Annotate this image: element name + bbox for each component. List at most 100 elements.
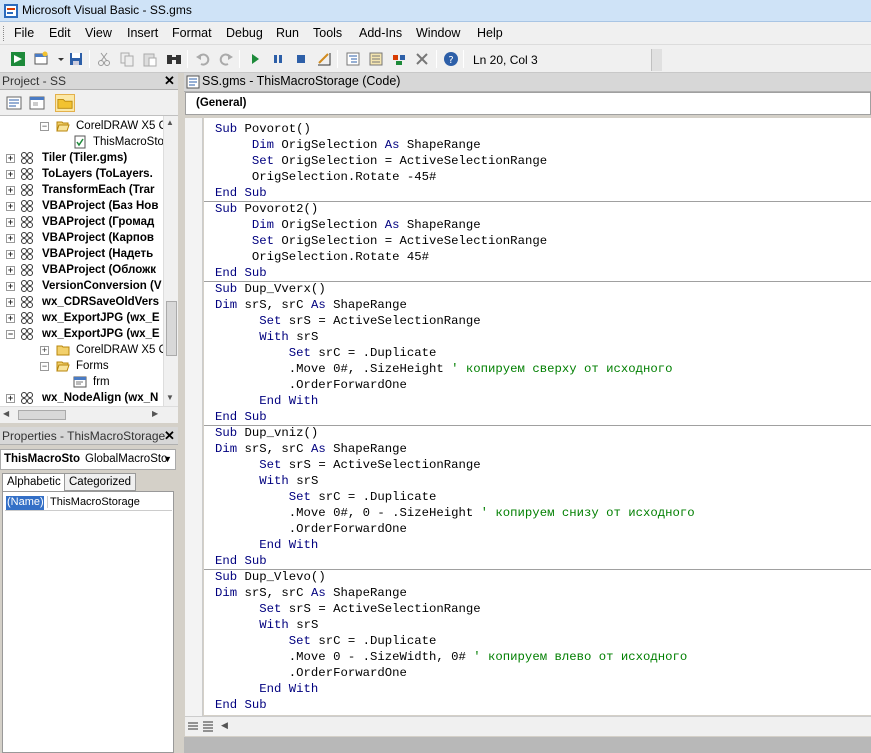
pane-splitter[interactable] xyxy=(178,73,184,753)
collapse-icon[interactable]: − xyxy=(40,362,49,371)
view-code-icon[interactable] xyxy=(4,94,24,112)
menu-addins[interactable]: Add-Ins xyxy=(359,26,402,40)
code-line[interactable]: Set srS = ActiveSelectionRange xyxy=(215,457,480,473)
code-line[interactable]: Dim srS, srC As ShapeRange xyxy=(215,441,407,457)
scroll-right-icon[interactable]: ▶ xyxy=(152,409,158,418)
copy-icon[interactable] xyxy=(119,51,135,67)
code-line[interactable]: End With xyxy=(215,681,318,697)
reset-icon[interactable] xyxy=(293,51,309,67)
tab-alphabetic[interactable]: Alphabetic xyxy=(2,473,66,492)
tree-item[interactable]: frm xyxy=(0,374,163,390)
project-explorer-icon[interactable] xyxy=(345,51,361,67)
expand-icon[interactable]: + xyxy=(6,298,15,307)
menu-format[interactable]: Format xyxy=(172,26,212,40)
tab-categorized[interactable]: Categorized xyxy=(64,473,137,491)
expand-icon[interactable]: + xyxy=(6,170,15,179)
run-icon[interactable] xyxy=(247,51,263,67)
code-editor[interactable]: Sub Povorot() Dim OrigSelection As Shape… xyxy=(204,118,871,715)
code-line[interactable]: Dim OrigSelection As ShapeRange xyxy=(215,137,481,153)
cut-icon[interactable] xyxy=(96,51,112,67)
code-line[interactable]: Sub Povorot2() xyxy=(215,201,318,217)
tree-item[interactable]: + wx_CDRSaveOldVers xyxy=(0,294,163,310)
tree-item[interactable]: − Forms xyxy=(0,358,163,374)
menu-debug[interactable]: Debug xyxy=(226,26,263,40)
code-line[interactable]: OrigSelection.Rotate 45# xyxy=(215,249,429,265)
code-line[interactable]: .OrderForwardOne xyxy=(215,665,407,681)
menu-view[interactable]: View xyxy=(85,26,112,40)
tree-item[interactable]: + TransformEach (Trar xyxy=(0,182,163,198)
view-object-icon[interactable] xyxy=(27,94,47,112)
menu-run[interactable]: Run xyxy=(276,26,299,40)
tree-item[interactable]: + ToLayers (ToLayers. xyxy=(0,166,163,182)
tree-item[interactable]: + wx_NodeAlign (wx_N xyxy=(0,390,163,406)
expand-icon[interactable]: + xyxy=(6,202,15,211)
expand-icon[interactable]: + xyxy=(6,186,15,195)
code-line[interactable]: Dim OrigSelection As ShapeRange xyxy=(215,217,481,233)
toggle-folders-icon[interactable] xyxy=(55,94,75,112)
object-combo[interactable]: (General) xyxy=(185,92,871,115)
expand-icon[interactable]: + xyxy=(6,154,15,163)
code-line[interactable]: Set srC = .Duplicate xyxy=(215,345,437,361)
code-line[interactable]: Dim srS, srC As ShapeRange xyxy=(215,585,407,601)
scroll-down-icon[interactable]: ▼ xyxy=(166,393,174,402)
code-line[interactable]: With srS xyxy=(215,473,318,489)
code-line[interactable]: Sub Dup_Vverx() xyxy=(215,281,326,297)
redo-icon[interactable] xyxy=(218,51,234,67)
tree-item[interactable]: + wx_ExportJPG (wx_E xyxy=(0,310,163,326)
tree-item[interactable]: + VBAProject (Баз Нов xyxy=(0,198,163,214)
close-properties-icon[interactable]: ✕ xyxy=(163,429,176,443)
code-line[interactable]: End With xyxy=(215,393,318,409)
code-line[interactable]: End Sub xyxy=(215,265,267,281)
expand-icon[interactable]: + xyxy=(6,266,15,275)
code-line[interactable]: .Move 0#, .SizeHeight ' копируем сверху … xyxy=(215,361,673,377)
tree-item[interactable]: + VBAProject (Обложк xyxy=(0,262,163,278)
expand-icon[interactable]: + xyxy=(6,234,15,243)
tree-item[interactable]: + VBAProject (Надеть xyxy=(0,246,163,262)
code-line[interactable]: Set srC = .Duplicate xyxy=(215,489,437,505)
code-line[interactable]: OrigSelection.Rotate -45# xyxy=(215,169,437,185)
tree-item[interactable]: + Tiler (Tiler.gms) xyxy=(0,150,163,166)
menubar-grip[interactable] xyxy=(3,26,6,41)
break-icon[interactable] xyxy=(270,51,286,67)
view-host-icon[interactable] xyxy=(10,51,26,67)
property-row[interactable]: (Name) ThisMacroStorage xyxy=(5,496,172,511)
tree-item[interactable]: + VBAProject (Громад xyxy=(0,214,163,230)
expand-icon[interactable]: + xyxy=(6,394,15,403)
menu-window[interactable]: Window xyxy=(416,26,460,40)
code-line[interactable]: Sub Dup_Vlevo() xyxy=(215,569,326,585)
code-line[interactable]: Sub Dup_vniz() xyxy=(215,425,318,441)
toolbar-options-handle[interactable] xyxy=(651,49,662,71)
code-line[interactable]: End Sub xyxy=(215,553,267,569)
menu-edit[interactable]: Edit xyxy=(49,26,71,40)
code-line[interactable]: End Sub xyxy=(215,185,267,201)
save-icon[interactable] xyxy=(68,51,84,67)
project-vertical-scrollbar[interactable]: ▲ ▼ xyxy=(163,116,178,406)
tree-item[interactable]: ThisMacroStorag xyxy=(0,134,163,150)
close-project-icon[interactable]: ✕ xyxy=(163,74,176,88)
chevron-down-icon[interactable]: ▼ xyxy=(163,454,172,464)
property-value[interactable]: ThisMacroStorage xyxy=(47,496,140,508)
tree-item[interactable]: − CorelDRAW X5 Obje xyxy=(0,118,163,134)
scroll-left-icon[interactable]: ◀ xyxy=(3,409,9,418)
tree-item[interactable]: + VersionConversion (V xyxy=(0,278,163,294)
expand-icon[interactable]: + xyxy=(6,282,15,291)
expand-icon[interactable]: + xyxy=(40,346,49,355)
code-line[interactable]: With srS xyxy=(215,617,318,633)
project-hscroll-thumb[interactable] xyxy=(18,410,66,420)
find-icon[interactable] xyxy=(166,51,182,67)
object-selector[interactable]: ThisMacroSto GlobalMacroSto ▼ xyxy=(0,449,176,470)
menu-file[interactable]: File xyxy=(14,26,34,40)
scroll-up-icon[interactable]: ▲ xyxy=(166,118,174,127)
undo-icon[interactable] xyxy=(195,51,211,67)
expand-icon[interactable]: + xyxy=(6,218,15,227)
paste-icon[interactable] xyxy=(142,51,158,67)
object-browser-icon[interactable] xyxy=(391,51,407,67)
collapse-icon[interactable]: − xyxy=(40,122,49,131)
menu-tools[interactable]: Tools xyxy=(313,26,342,40)
code-line[interactable]: Set OrigSelection = ActiveSelectionRange xyxy=(215,233,547,249)
code-line[interactable]: Set srS = ActiveSelectionRange xyxy=(215,601,480,617)
code-line[interactable]: Set srC = .Duplicate xyxy=(215,633,437,649)
design-mode-icon[interactable] xyxy=(316,51,332,67)
insert-dropdown-icon[interactable] xyxy=(53,51,64,67)
code-margin[interactable] xyxy=(185,118,203,718)
